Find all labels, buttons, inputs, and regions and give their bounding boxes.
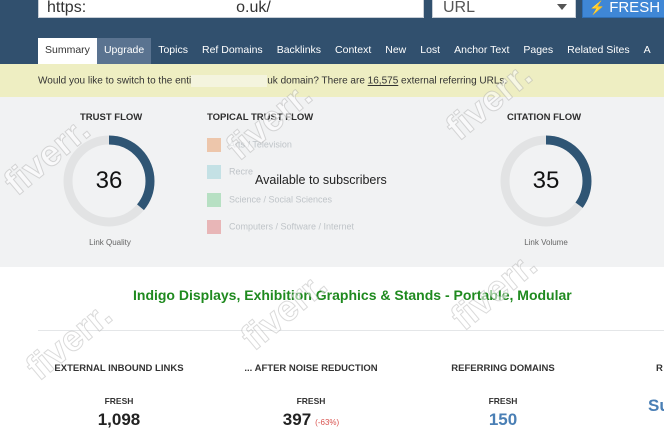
trust-flow-title: TRUST FLOW (80, 112, 143, 123)
stat-number: 1,098 (97, 410, 141, 429)
stat-value[interactable]: Su (600, 396, 664, 416)
stat-index-label: FRESH (488, 396, 518, 406)
topic-label: Computers / Software / Internet (229, 221, 355, 232)
notice-text-start: Would you like to switch to the enti (38, 75, 192, 87)
stat-number[interactable]: Su (648, 396, 664, 415)
stat-external-inbound-links: EXTERNAL INBOUND LINKS FRESH 1,098 (44, 363, 194, 430)
tab-backlinks[interactable]: Backlinks (270, 38, 328, 64)
topic-item: Recre (207, 165, 253, 179)
query-type-value: URL (443, 0, 476, 16)
topic-item: Computers / Software / Internet (207, 220, 354, 234)
url-suffix: o.uk/ (236, 0, 271, 16)
url-prefix: https: (47, 0, 87, 16)
tab-topics[interactable]: Topics (151, 38, 195, 64)
tab-lost[interactable]: Lost (413, 38, 447, 64)
tab-summary[interactable]: Summary (38, 38, 97, 64)
tab-upgrade[interactable]: Upgrade (96, 38, 152, 64)
stat-number: 397 (282, 410, 312, 429)
redacted-domain (191, 75, 268, 87)
referring-urls-link[interactable]: 16,575 (368, 76, 399, 87)
tab-anchor-text[interactable]: Anchor Text (447, 38, 516, 64)
stat-index-label: FRESH (104, 396, 134, 406)
switch-domain-notice: Would you like to switch to the enti uk d… (0, 64, 664, 97)
fresh-index-button[interactable]: ⚡ FRESH (582, 0, 664, 18)
tab-related-sites[interactable]: Related Sites (560, 38, 636, 64)
tab-more[interactable]: A (637, 38, 658, 64)
stat-label: REFERRING DOMAINS (451, 363, 555, 374)
stat-index-label: FRESH (296, 396, 326, 406)
redacted-domain (86, 0, 237, 15)
query-type-select[interactable]: URL (432, 0, 576, 18)
fresh-label: FRESH (609, 0, 661, 16)
report-tabs: Summary Upgrade Topics Ref Domains Backl… (38, 38, 658, 64)
divider (38, 330, 664, 331)
stat-change: (-63%) (315, 418, 340, 427)
stat-partial: R Su (600, 363, 664, 416)
site-title: Indigo Displays, Exhibition Graphics & S… (133, 287, 572, 303)
url-input[interactable]: https: o.uk/ (38, 0, 424, 18)
topic-swatch (207, 220, 221, 234)
stat-referring-domains: REFERRING DOMAINS FRESH 150 (428, 363, 578, 430)
topic-label: Science / Social Sciences (229, 194, 333, 205)
citation-flow-sublabel: Link Volume (524, 238, 568, 247)
topical-trust-flow-title: TOPICAL TRUST FLOW (207, 112, 314, 123)
topic-item: Science / Social Sciences (207, 193, 332, 207)
topic-swatch (207, 193, 221, 207)
tab-ref-domains[interactable]: Ref Domains (195, 38, 270, 64)
topic-label: Recre (229, 166, 254, 177)
watermark: fiverr. (232, 263, 335, 358)
stat-number[interactable]: 150 (489, 410, 517, 429)
subscribers-only-overlay: Available to subscribers (255, 173, 387, 187)
stat-label: ... AFTER NOISE REDUCTION (244, 363, 378, 374)
tab-new[interactable]: New (378, 38, 413, 64)
notice-text-middle: uk domain? There are (267, 75, 368, 87)
stat-value: 1,098 (44, 410, 194, 430)
tab-pages[interactable]: Pages (516, 38, 560, 64)
citation-flow-title: CITATION FLOW (507, 112, 582, 123)
trust-flow-sublabel: Link Quality (89, 238, 131, 247)
citation-flow-value: 35 (532, 167, 560, 194)
lightning-icon: ⚡ (589, 0, 606, 15)
topic-item: Arts / Television (207, 138, 292, 152)
tab-context[interactable]: Context (328, 38, 378, 64)
topic-swatch (207, 165, 221, 179)
stat-label: R (656, 363, 663, 374)
topic-swatch (207, 138, 221, 152)
stat-value[interactable]: 150 (428, 410, 578, 430)
topic-label: Arts / Television (229, 139, 292, 150)
trust-flow-value: 36 (95, 167, 123, 194)
stat-value: 397 (-63%) (236, 410, 386, 430)
notice-text-end: external referring URLs. (398, 75, 508, 87)
stat-after-noise-reduction: ... AFTER NOISE REDUCTION FRESH 397 (-63%… (236, 363, 386, 430)
stat-label: EXTERNAL INBOUND LINKS (54, 363, 184, 374)
chevron-down-icon (557, 4, 567, 10)
